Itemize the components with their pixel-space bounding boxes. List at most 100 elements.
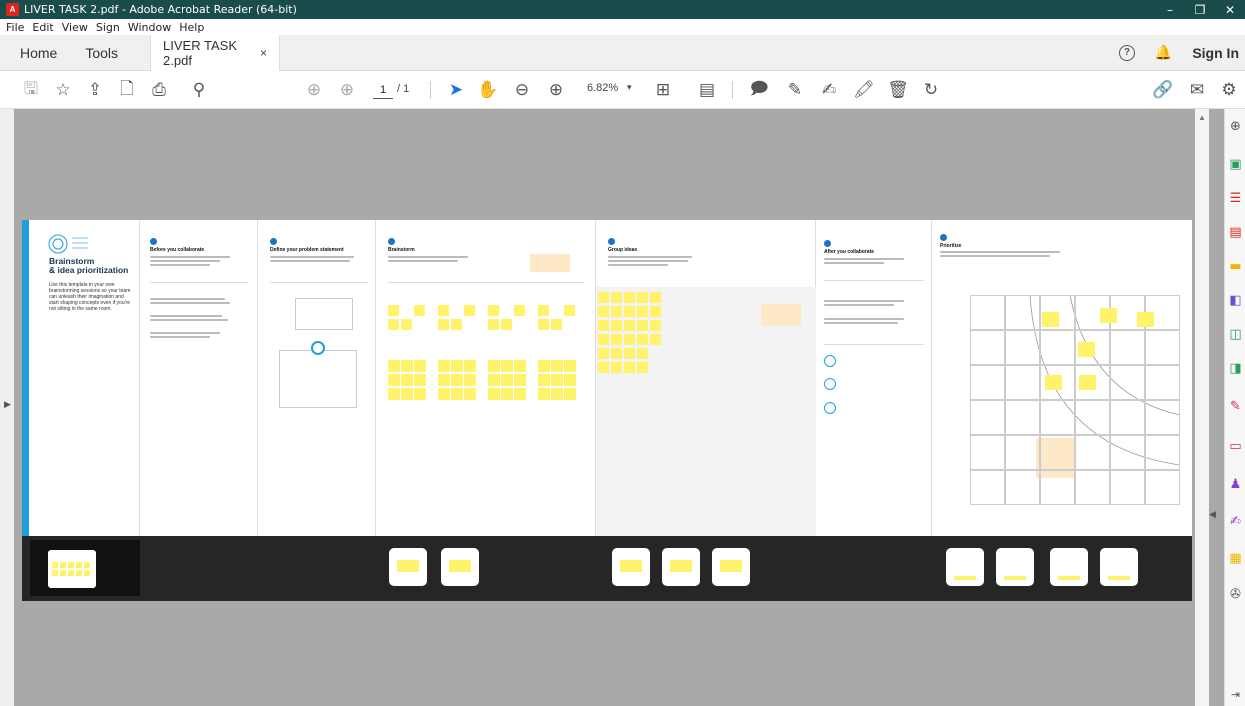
notification-bell-icon[interactable]: 🔔 — [1155, 44, 1172, 61]
print-icon[interactable]: ⎙ — [148, 79, 170, 101]
page-number-input[interactable]: 1 — [373, 81, 393, 99]
panel-prioritize: Prioritize — [932, 220, 1192, 536]
sticky-note — [401, 388, 413, 400]
fill-sign-icon[interactable]: ✍ — [818, 79, 840, 101]
intro-panel: Brainstorm & idea prioritization Use thi… — [22, 220, 140, 536]
prepare-form-icon[interactable]: ▦ — [1228, 551, 1243, 566]
previous-page-icon[interactable]: ⊕ — [303, 79, 325, 101]
close-tab-icon[interactable]: × — [260, 46, 267, 60]
next-page-icon[interactable]: ⊕ — [336, 79, 358, 101]
maximize-button[interactable]: ❐ — [1185, 3, 1215, 17]
step-thumbnail — [712, 548, 750, 586]
menu-view[interactable]: View — [62, 21, 88, 34]
collapse-tools-icon[interactable]: ⇥ — [1228, 687, 1243, 702]
upload-cloud-icon[interactable]: ⇪ — [84, 79, 106, 101]
tab-home[interactable]: Home — [0, 35, 71, 71]
menu-window[interactable]: Window — [128, 21, 171, 34]
toolbar-divider — [732, 81, 733, 99]
sticky-note — [464, 374, 476, 386]
step-number-icon — [824, 240, 831, 247]
scroll-up-icon[interactable]: ▲ — [1198, 113, 1206, 122]
export-pdf-icon[interactable]: ▣ — [1228, 157, 1243, 172]
lightbulb-icon — [48, 234, 88, 254]
sticky-note — [514, 388, 526, 400]
help-icon[interactable]: ? — [1118, 44, 1135, 61]
send-for-signature-icon[interactable]: ▭ — [1228, 439, 1243, 454]
organize-pages-icon[interactable]: ☰ — [1228, 191, 1243, 206]
combine-files-icon[interactable]: ◧ — [1228, 293, 1243, 308]
bookmark-icon[interactable]: ☆ — [52, 79, 74, 101]
step-number-icon — [270, 238, 277, 245]
hand-tool-icon[interactable]: ✋ — [477, 79, 499, 101]
page-fit-icon[interactable]: ⊞ — [652, 79, 674, 101]
document-viewport[interactable]: ▶ Brainstorm & idea prioritization Use t… — [0, 109, 1224, 706]
panel-before-collaborate: Before you collaborate — [140, 220, 258, 536]
create-pdf-icon[interactable]: 🗋 — [116, 79, 138, 101]
sticky-note — [414, 374, 426, 386]
panel-title: After you collaborate — [824, 249, 875, 255]
sticky-note — [637, 320, 648, 331]
create-pdf-tool-icon[interactable]: ▤ — [1228, 225, 1243, 240]
sticky-note — [414, 360, 426, 372]
left-panel-toggle[interactable]: ▶ — [0, 109, 14, 706]
vertical-scrollbar[interactable]: ▲ — [1195, 109, 1209, 706]
preview-sticky — [68, 570, 74, 576]
comment-tool-icon[interactable]: ▬ — [1228, 259, 1243, 274]
grid-cell — [1110, 365, 1145, 400]
expand-left-panel-icon[interactable]: ▶ — [4, 399, 11, 410]
zoom-in-icon[interactable]: ⊕ — [545, 79, 567, 101]
zoom-dropdown-arrow-icon[interactable]: ▾ — [627, 82, 632, 93]
delete-icon[interactable]: 🗑 — [887, 79, 909, 101]
request-signature-icon[interactable]: ♟ — [1228, 477, 1243, 492]
share-link-icon[interactable]: 🔗 — [1152, 79, 1174, 101]
grid-cell — [1005, 470, 1040, 505]
highlight-pen-icon[interactable]: ✎ — [784, 79, 806, 101]
step-number-icon — [150, 238, 157, 245]
step-thumbnail — [441, 548, 479, 586]
sticky-note — [1137, 312, 1154, 327]
preview-sticky — [76, 570, 82, 576]
save-icon[interactable]: 🖫 — [20, 79, 42, 101]
more-tools-icon[interactable]: ⚙ — [1218, 79, 1240, 101]
fill-sign-tool-icon[interactable]: ✎ — [1228, 399, 1243, 414]
sticky-note — [624, 320, 635, 331]
template-icon — [824, 355, 836, 367]
sticky-note — [488, 305, 499, 316]
panel-brainstorm: Brainstorm — [376, 220, 596, 536]
search-icon[interactable]: ⚲ — [188, 79, 210, 101]
rotate-icon[interactable]: ↻ — [920, 79, 942, 101]
zoom-out-icon[interactable]: ⊖ — [511, 79, 533, 101]
comment-icon[interactable]: 🗩 — [748, 79, 770, 101]
sticky-note — [388, 360, 400, 372]
sticky-note — [637, 306, 648, 317]
stamp-icon[interactable]: 🖍 — [853, 79, 875, 101]
menu-file[interactable]: File — [6, 21, 24, 34]
tab-document[interactable]: LIVER TASK 2.pdf × — [150, 34, 281, 71]
menu-sign[interactable]: Sign — [96, 21, 120, 34]
grid-cell — [1040, 330, 1075, 365]
sticky-note — [564, 388, 576, 400]
select-tool-icon[interactable]: ➤ — [445, 79, 467, 101]
template-icon — [824, 402, 836, 414]
menu-edit[interactable]: Edit — [32, 21, 53, 34]
minimize-button[interactable]: – — [1155, 3, 1185, 17]
scroll-mode-icon[interactable]: ▤ — [696, 79, 718, 101]
more-tools-wrench-icon[interactable]: ✇ — [1228, 587, 1243, 602]
menu-help[interactable]: Help — [179, 21, 204, 34]
sticky-note — [1042, 312, 1059, 327]
sticky-note — [551, 388, 563, 400]
collapse-right-panel-icon[interactable]: ◀ — [1209, 509, 1216, 520]
email-icon[interactable]: ✉ — [1186, 79, 1208, 101]
preview-sticky — [60, 562, 66, 568]
tab-tools[interactable]: Tools — [71, 35, 132, 71]
close-window-button[interactable]: ✕ — [1215, 3, 1245, 17]
sticky-note — [538, 360, 550, 372]
sticky-note — [598, 334, 609, 345]
zoom-level[interactable]: 6.82% — [587, 82, 618, 94]
compress-icon[interactable]: ◫ — [1228, 327, 1243, 342]
scan-icon[interactable]: ◨ — [1228, 361, 1243, 376]
zoom-search-icon[interactable]: ⊕ — [1228, 119, 1243, 134]
grid-cell — [1040, 435, 1075, 470]
sign-in-button[interactable]: Sign In — [1192, 45, 1239, 61]
protect-icon[interactable]: ✍ — [1228, 514, 1243, 529]
